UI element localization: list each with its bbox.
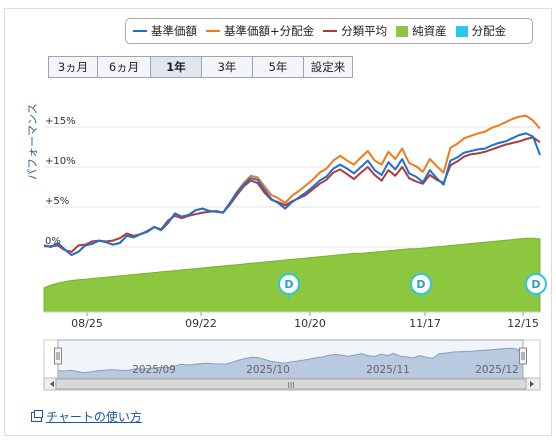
dividend-marker-label: D [531,278,540,291]
dividend-marker-label: D [284,278,293,291]
x-tick-label: 11/17 [409,317,441,330]
y-tick-label: +5% [45,196,69,207]
y-tick-label: +15% [45,116,76,127]
navigator-handle[interactable] [54,347,62,365]
navigator-label: 2025/11 [366,364,410,376]
x-tick-label: 08/25 [71,317,103,330]
navigator-label: 2025/12 [475,364,519,376]
x-tick-label: 12/15 [507,317,539,330]
scrollbar-grip: III [287,381,294,390]
y-tick-label: +10% [45,156,76,167]
navigator-selection [57,339,524,379]
x-tick-label: 10/20 [294,317,326,330]
navigator-handle[interactable] [519,347,527,365]
dividend-marker-label: D [416,278,425,291]
navigator-label: 2025/09 [132,364,176,376]
chart-howto-link[interactable]: チャートの使い方 [31,408,142,425]
chart-howto-label: チャートの使い方 [46,410,142,424]
performance-chart: +15%+10%+5%0%08/25 09/22 10/20 11/17 12/15D D… [43,100,547,391]
window-icon [31,409,43,422]
x-tick-label: 09/22 [185,317,217,330]
navigator-label: 2025/10 [246,364,290,376]
